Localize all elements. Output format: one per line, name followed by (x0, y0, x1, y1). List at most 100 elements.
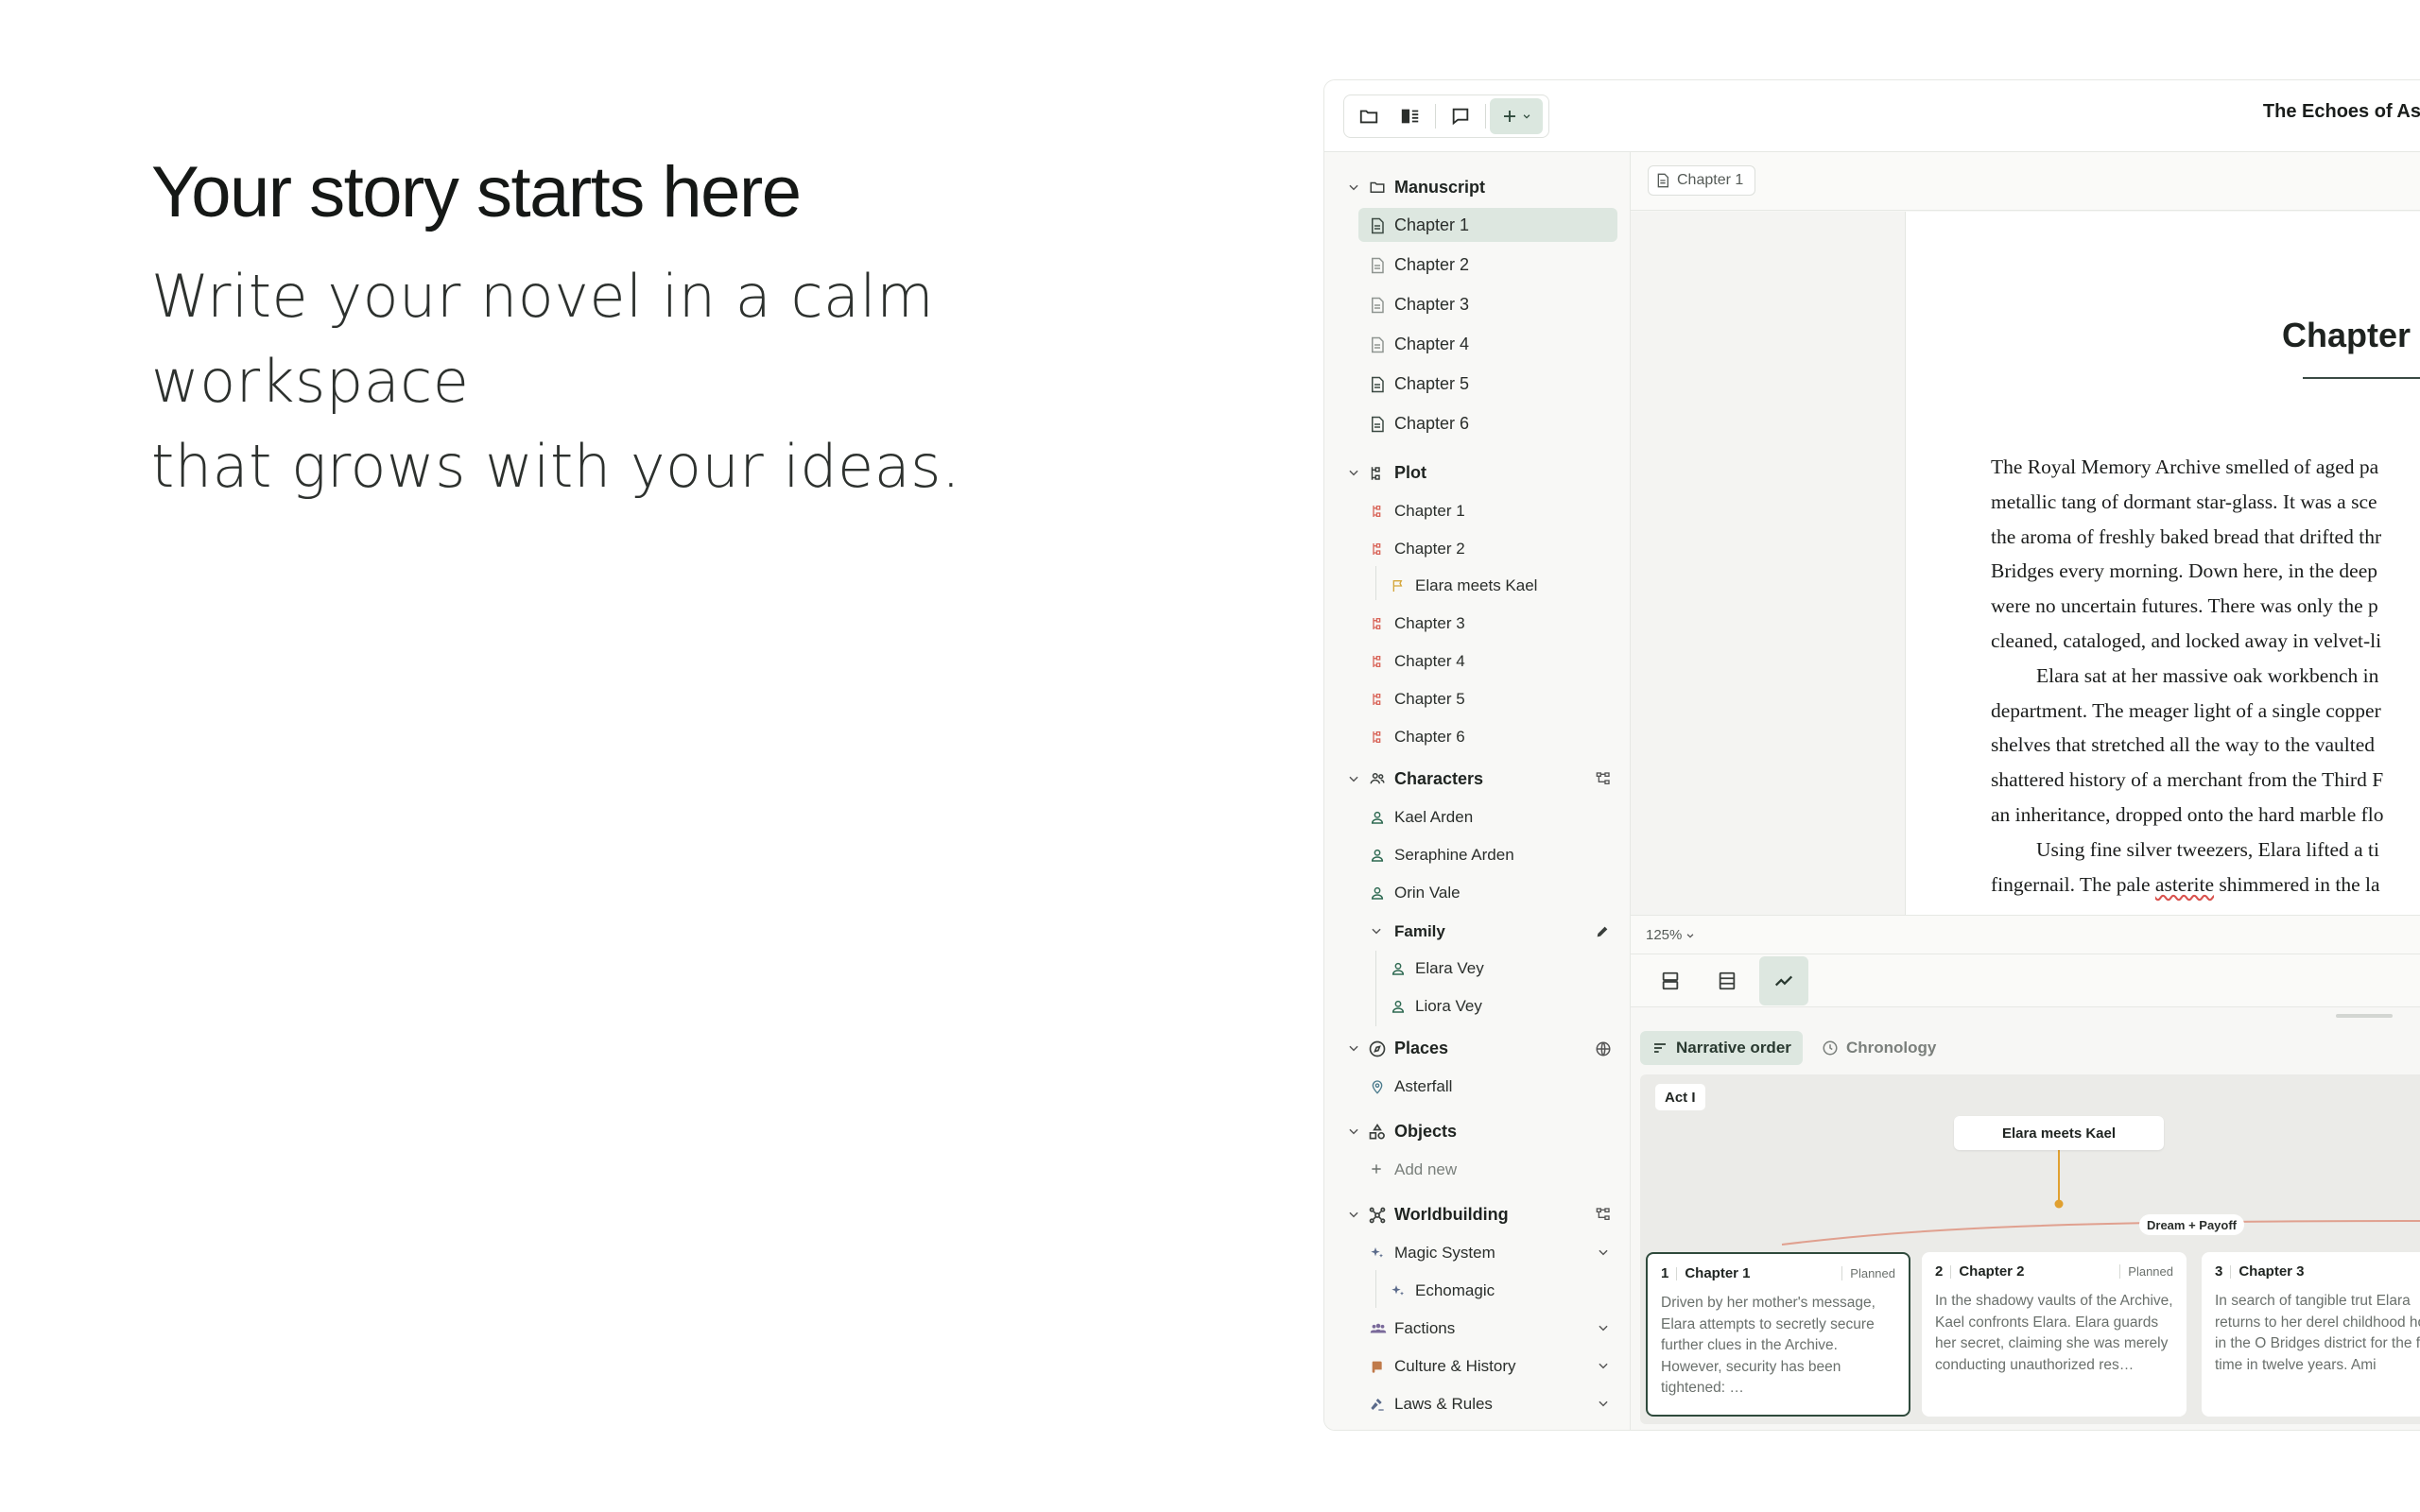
sidebar-item-chapter-6[interactable]: Chapter 6 (1358, 406, 1617, 440)
sidebar-item-magic-system[interactable]: Magic System (1358, 1235, 1617, 1269)
sidebar-item-label: Chapter 4 (1394, 335, 1470, 353)
tab-chronology[interactable]: Chronology (1810, 1031, 1947, 1065)
section-objects[interactable]: Objects (1324, 1115, 1630, 1147)
section-characters[interactable]: Characters (1324, 763, 1630, 795)
sidebar-item-plot-chapter-1[interactable]: Chapter 1 (1358, 493, 1617, 527)
relationship-map-icon[interactable] (1595, 771, 1612, 786)
card-header: 2 Chapter 2 Planned (1935, 1263, 2173, 1280)
toolbar-divider (1435, 104, 1436, 129)
document-icon (1372, 217, 1384, 234)
chevron-down-icon[interactable] (1597, 1246, 1610, 1259)
sidebar-item-echomagic[interactable]: Echomagic (1379, 1273, 1617, 1307)
status-bar: 125% (1631, 915, 2420, 954)
sidebar-item-liora-vey[interactable]: Liora Vey (1379, 988, 1617, 1022)
map-pin-icon (1372, 1080, 1383, 1094)
shapes-icon (1369, 1123, 1385, 1140)
chevron-down-icon[interactable] (1347, 1208, 1360, 1221)
status-badge: Planned (2119, 1264, 2173, 1279)
comment-button[interactable] (1440, 98, 1481, 134)
section-manuscript[interactable]: Manuscript (1324, 171, 1630, 203)
sidebar-item-asterfall[interactable]: Asterfall (1358, 1069, 1617, 1103)
columns-button[interactable] (1390, 98, 1431, 134)
sidebar-item-kael-arden[interactable]: Kael Arden (1358, 799, 1617, 833)
sidebar-item-label: Factions (1394, 1319, 1456, 1337)
sidebar-item-plot-chapter-3[interactable]: Chapter 3 (1358, 606, 1617, 640)
sidebar-item-chapter-2[interactable]: Chapter 2 (1358, 248, 1617, 282)
add-new-label: Add new (1394, 1160, 1458, 1178)
text-line: the aroma of freshly baked bread that dr… (1991, 524, 2382, 548)
pencil-icon[interactable] (1595, 924, 1610, 939)
text-line: Using fine silver tweezers, Elara lifted… (2036, 837, 2379, 861)
relationship-map-icon[interactable] (1595, 1207, 1612, 1222)
person-icon (1392, 1000, 1405, 1013)
split-view-button[interactable] (1646, 956, 1695, 1005)
add-new-button[interactable] (1490, 98, 1543, 134)
section-title: Manuscript (1394, 178, 1486, 197)
sidebar-item-plot-chapter-5[interactable]: Chapter 5 (1358, 681, 1617, 715)
sidebar-item-elara-vey[interactable]: Elara Vey (1379, 951, 1617, 985)
tab-label: Narrative order (1676, 1039, 1791, 1057)
sidebar-item-label: Elara meets Kael (1415, 576, 1538, 594)
plot-event-node[interactable]: Elara meets Kael (1954, 1116, 2164, 1150)
resize-handle[interactable] (2336, 1014, 2393, 1018)
chevron-down-icon[interactable] (1347, 180, 1360, 194)
plot-branch-icon (1373, 731, 1381, 743)
sidebar-item-laws-rules[interactable]: Laws & Rules (1358, 1386, 1617, 1420)
section-worldbuilding[interactable]: Worldbuilding (1324, 1198, 1630, 1230)
chevron-down-icon[interactable] (1347, 772, 1360, 785)
sidebar-group-family[interactable]: Family (1358, 914, 1617, 948)
spelling-error[interactable]: asterite (2155, 873, 2214, 896)
chapter-card[interactable]: 2 Chapter 2 Planned In the shadowy vault… (1922, 1252, 2187, 1417)
chevron-down-icon[interactable] (1597, 1359, 1610, 1372)
sidebar-item-plot-chapter-4[interactable]: Chapter 4 (1358, 644, 1617, 678)
sidebar-item-orin-vale[interactable]: Orin Vale (1358, 875, 1617, 909)
zoom-select[interactable]: 125% (1646, 927, 1695, 943)
tab-narrative-order[interactable]: Narrative order (1640, 1031, 1803, 1065)
plot-canvas[interactable]: Act I Elara meets Kael Dream + Payoff 1 … (1640, 1074, 2420, 1424)
sidebar-item-plot-chapter-2[interactable]: Chapter 2 (1358, 531, 1617, 565)
sidebar-item-culture-history[interactable]: Culture & History (1358, 1349, 1617, 1383)
sidebar-item-plot-chapter-6[interactable]: Chapter 6 (1358, 719, 1617, 753)
text-line: shelves that stretched all the way to th… (1991, 733, 2375, 757)
breadcrumb[interactable]: Chapter 1 (1648, 165, 1756, 196)
text-fragment: fingernail. The pale (1991, 872, 2155, 896)
sidebar-item-label: Chapter 6 (1394, 728, 1465, 746)
sidebar-item-seraphine-arden[interactable]: Seraphine Arden (1358, 837, 1617, 871)
sidebar-item-chapter-5[interactable]: Chapter 5 (1358, 367, 1617, 401)
toolbar-divider (1485, 104, 1486, 129)
act-label: Act I (1655, 1084, 1705, 1110)
plot-view-button[interactable] (1759, 956, 1808, 1005)
sidebar-item-chapter-3[interactable]: Chapter 3 (1358, 287, 1617, 321)
section-plot[interactable]: Plot (1324, 456, 1630, 489)
plus-icon (1504, 111, 1515, 122)
divider (2230, 1264, 2232, 1279)
folder-button[interactable] (1348, 98, 1390, 134)
chevron-down-icon[interactable] (1347, 1041, 1360, 1055)
chapter-card[interactable]: 1 Chapter 1 Planned Driven by her mother… (1646, 1252, 1910, 1417)
document-icon (1372, 336, 1384, 353)
hero-headline: Your story starts here (151, 152, 802, 232)
chevron-down-icon[interactable] (1347, 1125, 1360, 1138)
outline-view-button[interactable] (1703, 956, 1752, 1005)
sidebar-item-chapter-1[interactable]: Chapter 1 (1358, 208, 1617, 242)
sidebar-item-label: Asterfall (1394, 1077, 1453, 1095)
sidebar-item-elara-meets-kael[interactable]: Elara meets Kael (1379, 568, 1617, 602)
chapter-card[interactable]: 3 Chapter 3 P In search of tangible trut… (2202, 1252, 2420, 1417)
add-new-object-button[interactable]: Add new (1358, 1152, 1617, 1186)
manuscript-text[interactable]: The Royal Memory Archive smelled of aged… (1991, 450, 2420, 902)
card-summary: Driven by her mother's message, Elara at… (1661, 1295, 1876, 1396)
card-title: Chapter 3 (2238, 1263, 2305, 1280)
sidebar-item-chapter-4[interactable]: Chapter 4 (1358, 327, 1617, 361)
plot-branch-icon (1373, 618, 1381, 629)
chevron-down-icon[interactable] (1597, 1321, 1610, 1334)
chevron-down-icon[interactable] (1597, 1397, 1610, 1410)
chevron-down-icon (1687, 933, 1694, 938)
editor-page[interactable]: Chapter The Royal Memory Archive smelled… (1905, 212, 2420, 915)
section-places[interactable]: Places (1324, 1032, 1630, 1064)
chevron-down-icon[interactable] (1347, 466, 1360, 479)
sidebar-item-label: Chapter 5 (1394, 690, 1465, 708)
chevron-down-icon[interactable] (1370, 924, 1383, 937)
globe-icon[interactable] (1595, 1040, 1612, 1057)
card-number: 1 (1661, 1265, 1669, 1281)
sidebar-item-factions[interactable]: Factions (1358, 1311, 1617, 1345)
